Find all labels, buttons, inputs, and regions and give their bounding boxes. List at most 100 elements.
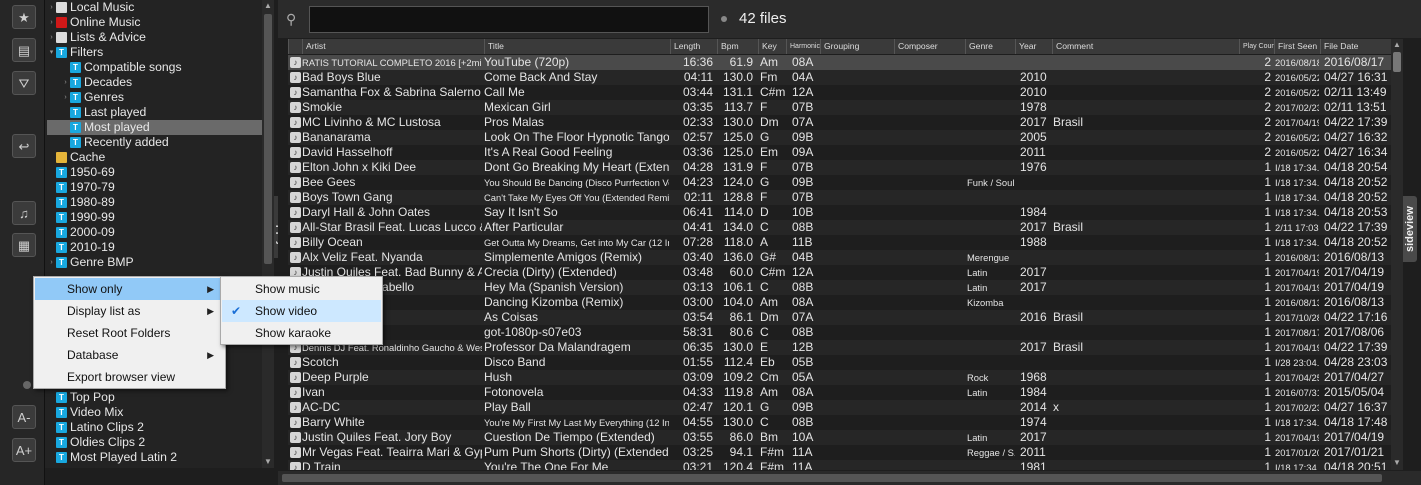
search-input[interactable]: [309, 6, 709, 33]
knob-icon[interactable]: [23, 381, 31, 389]
tree-item[interactable]: Cache: [47, 150, 105, 165]
tree-expand-icon[interactable]: ›: [47, 30, 56, 45]
table-row[interactable]: ♪RATIS TUTORIAL COMPLETO 2016 [+2mil Can…: [288, 55, 1391, 70]
tree-item[interactable]: T 1970-79: [47, 180, 115, 195]
font-increase-icon[interactable]: A+: [12, 438, 36, 462]
search-icon[interactable]: ⚲: [286, 11, 302, 27]
column-header-artist[interactable]: Artist: [302, 39, 484, 54]
tree-item[interactable]: T Video Mix: [47, 405, 123, 420]
tree-expand-icon[interactable]: ›: [61, 90, 70, 105]
scroll-up-icon[interactable]: ▲: [262, 0, 274, 12]
table-row[interactable]: ♪ Boys Town Gang Can't Take My Eyes Off Yo…: [288, 190, 1391, 205]
add-folder-icon[interactable]: ▤: [12, 38, 36, 62]
table-row[interactable]: ♪ Bananarama Look On The Floor Hypnotic Ta…: [288, 130, 1391, 145]
table-row[interactable]: ♪Dennis DJ Feat. Ronaldinho Gaucho & Wes…: [288, 340, 1391, 355]
tree-item[interactable]: T Latino Clips 2: [47, 420, 144, 435]
menu-item[interactable]: Reset Root Folders: [35, 322, 224, 344]
scroll-down-icon[interactable]: ▼: [1391, 457, 1403, 469]
tree-item[interactable]: › T Genres: [61, 90, 124, 105]
menu-item[interactable]: Show only ▶: [35, 278, 224, 300]
menu-item[interactable]: Display list as ▶: [35, 300, 224, 322]
table-row[interactable]: ♪Justin Quiles Feat. Bad Bunny & Almight…: [288, 265, 1391, 280]
column-header-key[interactable]: Key: [758, 39, 786, 54]
tree-item[interactable]: T Recently added: [61, 135, 169, 150]
tree-scrollbar[interactable]: ▲ ▼: [262, 0, 274, 468]
sideview-tab[interactable]: sideview: [1403, 196, 1417, 262]
tree-scroll-thumb[interactable]: [264, 14, 272, 264]
menu-item[interactable]: Database ▶: [35, 344, 224, 366]
column-header-icon[interactable]: [288, 39, 302, 54]
submenu-item[interactable]: Show music: [222, 278, 381, 300]
tree-item[interactable]: T Top Pop: [47, 390, 115, 405]
table-row[interactable]: ♪ Daryl Hall & John Oates Say It Isn't So 0…: [288, 205, 1391, 220]
table-row[interactable]: ♪ Deep Purple Hush 03:09 109.2 Cm 05A Rock 1968 1…: [288, 370, 1391, 385]
tree-item[interactable]: T Last played: [61, 105, 146, 120]
tree-item[interactable]: T 1980-89: [47, 195, 115, 210]
add-filter-icon[interactable]: ⛛: [12, 71, 36, 95]
tree-item[interactable]: T 2010-19: [47, 240, 115, 255]
scroll-up-icon[interactable]: ▲: [1391, 39, 1403, 51]
back-icon[interactable]: ↩: [12, 134, 36, 158]
table-row[interactable]: ♪ Barry White You're My First My Last My E…: [288, 415, 1391, 430]
table-row[interactable]: ♪Feat. Camila CabelloHey Ma (Spanish Ver…: [288, 280, 1391, 295]
column-header-composer[interactable]: Composer: [894, 39, 965, 54]
tree-item[interactable]: T Most Played Latin 2: [47, 450, 177, 465]
table-row[interactable]: ♪ Samantha Fox & Sabrina Salerno Call Me 03…: [288, 85, 1391, 100]
horizontal-scroll-thumb[interactable]: [282, 474, 1382, 482]
tree-expand-icon[interactable]: ›: [47, 15, 56, 30]
tree-item[interactable]: › Local Music: [47, 0, 134, 15]
column-header-harmonic[interactable]: Harmonic: [786, 39, 820, 54]
table-row[interactable]: ♪got-1080p-s07e0358:3180.6C08B12017/08/1…: [288, 325, 1391, 340]
table-row[interactable]: ♪ Billy Ocean Get Outta My Dreams, Get int…: [288, 235, 1391, 250]
table-row[interactable]: ♪Mr Vegas Feat. Teairra Mari & GyptianPu…: [288, 445, 1391, 460]
tree-expand-icon[interactable]: ›: [61, 75, 70, 90]
column-header-genre[interactable]: Genre: [965, 39, 1015, 54]
tree-item[interactable]: › T Genre BMP: [47, 255, 133, 270]
tree-item[interactable]: T 1990-99: [47, 210, 115, 225]
tree-expand-icon[interactable]: ▾: [47, 45, 56, 60]
table-row[interactable]: ♪ Elton John x Kiki Dee Dont Go Breaking M…: [288, 160, 1391, 175]
tree-item[interactable]: ▾ T Filters: [47, 45, 103, 60]
table-row[interactable]: ♪ Bee Gees You Should Be Dancing (Disco Pu…: [288, 175, 1391, 190]
favorites-star-icon[interactable]: ★: [12, 5, 36, 29]
tree-item[interactable]: › Online Music: [47, 15, 140, 30]
tree-item[interactable]: T Oldies Clips 2: [47, 435, 145, 450]
table-row[interactable]: ♪ D Train You're The One For Me 03:21 120.4 F…: [288, 460, 1391, 470]
table-row[interactable]: ♪ Alx Veliz Feat. Nyanda Simplemente Amigo…: [288, 250, 1391, 265]
table-row[interactable]: ♪ Smokie Mexican Girl 03:35 113.7 F 07B 1978 2 20…: [288, 100, 1391, 115]
music-note-icon[interactable]: ♫: [12, 201, 36, 225]
tree-item[interactable]: T 1950-69: [47, 165, 115, 180]
tree-item[interactable]: › T Decades: [61, 75, 132, 90]
column-header-year[interactable]: Year: [1015, 39, 1052, 54]
table-row[interactable]: ♪ MC Livinho & MC Lustosa Pros Malas 02:33 1…: [288, 115, 1391, 130]
table-row[interactable]: ♪ Ivan Fotonovela 04:33 119.8 Am 08A Latin 1984 1…: [288, 385, 1391, 400]
column-header-title[interactable]: Title: [484, 39, 670, 54]
menu-item[interactable]: Export browser view: [35, 366, 224, 388]
table-row[interactable]: ♪ Bad Boys Blue Come Back And Stay 04:11 130…: [288, 70, 1391, 85]
column-header-comment[interactable]: Comment: [1052, 39, 1239, 54]
font-decrease-icon[interactable]: A-: [12, 405, 36, 429]
column-header-length[interactable]: Length: [670, 39, 717, 54]
column-header-grouping[interactable]: Grouping: [820, 39, 894, 54]
horizontal-scrollbar[interactable]: [278, 471, 1421, 485]
list-scroll-thumb[interactable]: [1393, 52, 1401, 72]
table-row[interactable]: ♪ David Hasselhoff It's A Real Good Feelin…: [288, 145, 1391, 160]
scroll-down-icon[interactable]: ▼: [262, 456, 274, 468]
column-header-playcount[interactable]: Play Count: [1239, 39, 1274, 54]
list-scrollbar[interactable]: ▲ ▼: [1391, 39, 1403, 470]
table-row[interactable]: ♪ AC-DC Play Ball 02:47 120.1 G 09B 2014 x 1 2017/…: [288, 400, 1391, 415]
column-header-firstseen[interactable]: First Seen: [1274, 39, 1320, 54]
tree-item[interactable]: T Compatible songs: [61, 60, 182, 75]
table-row[interactable]: ♪ Justin Quiles Feat. Jory Boy Cuestion De…: [288, 430, 1391, 445]
table-row[interactable]: ♪All-Star Brasil Feat. Lucas Lucco & Pol…: [288, 220, 1391, 235]
submenu-item[interactable]: ✔ Show video: [222, 300, 381, 322]
tree-item[interactable]: T Most played: [47, 120, 262, 135]
tree-expand-icon[interactable]: ›: [47, 0, 56, 15]
tree-expand-icon[interactable]: ›: [47, 255, 56, 270]
table-row[interactable]: ♪ Scotch Disco Band 01:55 112.4 Eb 05B 1 I/28 23…: [288, 355, 1391, 370]
tree-item[interactable]: T 2000-09: [47, 225, 115, 240]
column-header-filedate[interactable]: File Date: [1320, 39, 1391, 54]
table-row[interactable]: ♪As Coisas03:5486.1Dm07A2016Brasil12017/…: [288, 310, 1391, 325]
column-header-bpm[interactable]: Bpm: [717, 39, 758, 54]
tree-item[interactable]: › Lists & Advice: [47, 30, 146, 45]
